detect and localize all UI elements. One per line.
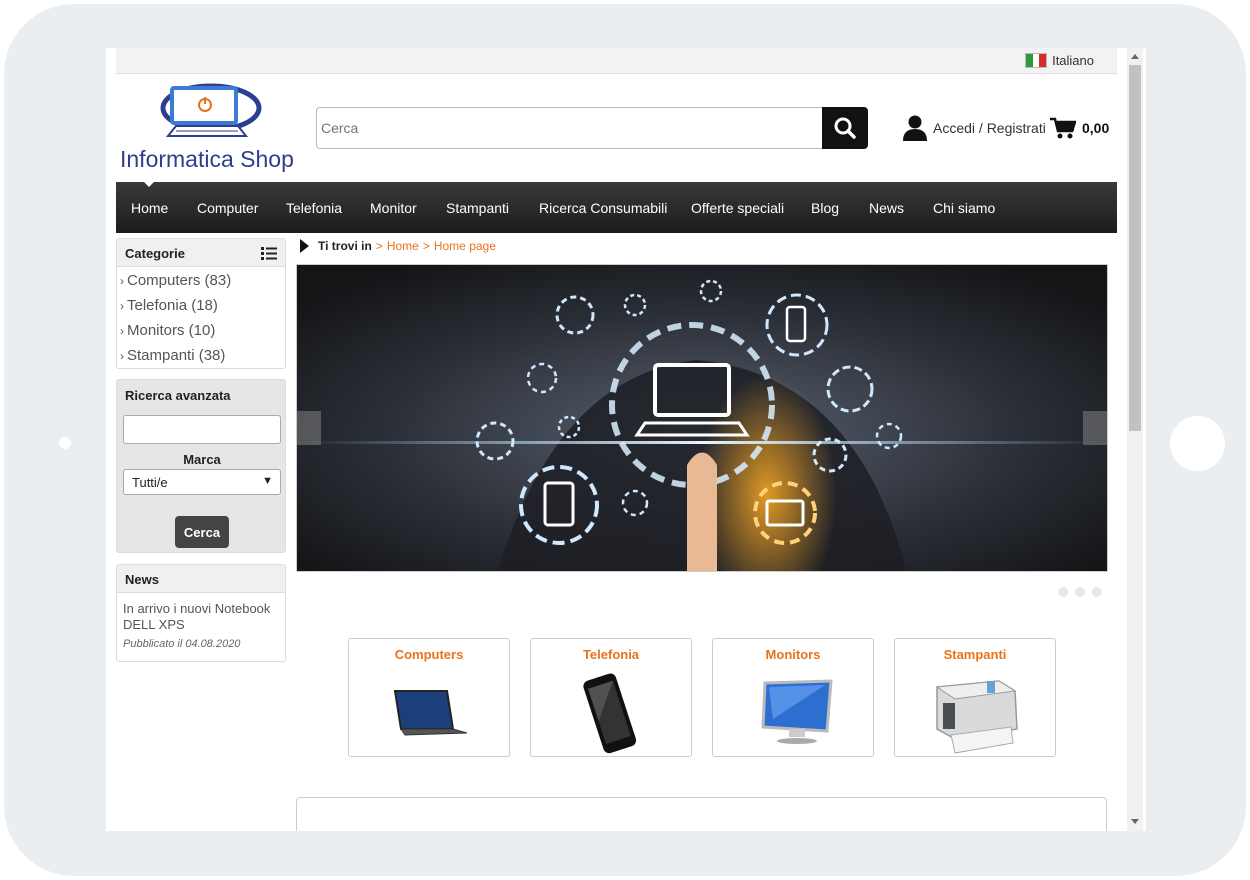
breadcrumb-home-link[interactable]: Home [387,239,419,253]
category-item-telefonia[interactable]: › Telefonia (18) [120,297,218,314]
slider-next-button[interactable]: › [1083,411,1107,445]
search-icon [834,117,856,139]
news-box: News In arrivo i nuovi Notebook DELL XPS… [116,564,286,662]
search-bar [316,107,868,149]
chevron-right-icon: › [120,324,124,338]
news-header: News [117,565,285,593]
chevron-right-icon: › [120,274,124,288]
language-selector[interactable]: Italiano [1025,53,1094,68]
home-button[interactable] [1170,416,1225,471]
breadcrumb-arrow-icon [300,239,309,253]
category-label: Stampanti (38) [127,347,226,364]
category-item-monitors[interactable]: › Monitors (10) [120,322,215,339]
monitor-logo-icon [160,83,262,137]
nav-item-blog[interactable]: Blog [811,200,839,216]
category-card-title: Stampanti [943,647,1007,662]
brand-select-value: Tutti/e [132,475,168,490]
categories-title: Categorie [125,246,185,261]
advanced-search-button[interactable]: Cerca [175,516,229,548]
account-link[interactable]: Accedi / Registrati [903,115,1046,141]
smartphone-icon [583,673,637,754]
laptop-icon [393,690,468,736]
nav-item-offerte-speciali[interactable]: Offerte speciali [691,200,784,216]
vertical-scrollbar[interactable] [1127,48,1143,831]
printer-icon [935,680,1018,754]
categories-header: Categorie [117,239,285,267]
user-icon [903,115,927,141]
nav-item-stampanti[interactable]: Stampanti [446,200,509,216]
hero-slider[interactable]: ‹ › [296,264,1108,572]
category-card-stampanti[interactable]: Stampanti [894,638,1056,757]
cart-total: 0,00 [1082,120,1110,136]
nav-item-chi-siamo[interactable]: Chi siamo [933,200,995,216]
scroll-up-icon[interactable] [1131,54,1139,59]
scrollbar-thumb[interactable] [1129,65,1141,431]
hero-image [297,265,1107,571]
category-item-stampanti[interactable]: › Stampanti (38) [120,347,225,364]
logo-text: Informatica Shop [120,146,294,172]
nav-item-ricerca-consumabili[interactable]: Ricerca Consumabili [539,200,667,216]
breadcrumb-separator: > [375,239,383,253]
nav-item-home[interactable]: Home [131,200,168,216]
cart-icon [1050,117,1076,139]
chevron-left-icon: ‹ [306,420,312,436]
top-bar: Italiano [116,48,1117,74]
news-headline[interactable]: In arrivo i nuovi Notebook DELL XPS [123,601,281,633]
category-label: Telefonia (18) [127,297,218,314]
search-button[interactable] [822,107,868,149]
account-label: Accedi / Registrati [933,120,1046,136]
language-label: Italiano [1052,53,1094,68]
breadcrumb-prefix: Ti trovi in [318,239,372,253]
nav-item-monitor[interactable]: Monitor [370,200,417,216]
monitor-icon [761,679,833,744]
breadcrumb-separator: > [422,239,430,253]
category-card-title: Monitors [765,647,821,662]
category-label: Monitors (10) [127,322,216,339]
slider-dots [1058,587,1102,597]
list-icon[interactable] [261,247,277,260]
nav-item-computer[interactable]: Computer [197,200,258,216]
active-indicator-icon [144,182,154,187]
site-logo[interactable]: Informatica Shop [116,78,304,178]
slider-dot[interactable] [1092,587,1102,597]
slider-dot[interactable] [1075,587,1085,597]
slider-prev-button[interactable]: ‹ [297,411,321,445]
page: Italiano Informatica Shop Cerca Accedi /… [116,48,1117,831]
search-input[interactable] [316,107,822,149]
advanced-search-input[interactable] [123,415,281,444]
breadcrumb-current: Home page [433,239,496,253]
cart-link[interactable]: 0,00 [1050,117,1109,139]
chevron-down-icon: ▼ [262,475,273,487]
category-label: Computers (83) [127,272,232,289]
chevron-right-icon: › [120,299,124,313]
category-card-title: Telefonia [582,647,640,662]
camera-dot [59,437,71,449]
brand-select[interactable]: Tutti/e ▼ [123,469,281,495]
content-box [296,797,1107,831]
breadcrumb: Ti trovi in > Home > Home page [300,239,496,253]
nav-item-telefonia[interactable]: Telefonia [286,200,342,216]
category-item-computers[interactable]: › Computers (83) [120,272,231,289]
category-card-monitors[interactable]: Monitors [712,638,874,757]
news-date: Pubblicato il 04.08.2020 [123,638,241,650]
news-title: News [125,572,159,587]
category-card-telefonia[interactable]: Telefonia [530,638,692,757]
category-card-title: Computers [394,647,464,662]
slider-dot[interactable] [1058,587,1068,597]
advanced-search-box: Ricerca avanzata Marca Tutti/e ▼ Cerca [116,379,286,553]
nav-item-news[interactable]: News [869,200,904,216]
category-card-computers[interactable]: Computers [348,638,510,757]
chevron-right-icon: › [1092,420,1098,436]
scroll-down-icon[interactable] [1131,819,1139,824]
main-nav: Home Computer Telefonia Monitor Stampant… [116,182,1117,233]
italy-flag-icon [1025,53,1048,68]
categories-box: Categorie › Computers (83) › Telefonia (18… [116,238,286,369]
chevron-right-icon: › [120,349,124,363]
advanced-search-title: Ricerca avanzata [125,388,231,403]
brand-label: Marca [183,452,221,467]
browser-viewport: Italiano Informatica Shop Cerca Accedi /… [106,48,1146,831]
